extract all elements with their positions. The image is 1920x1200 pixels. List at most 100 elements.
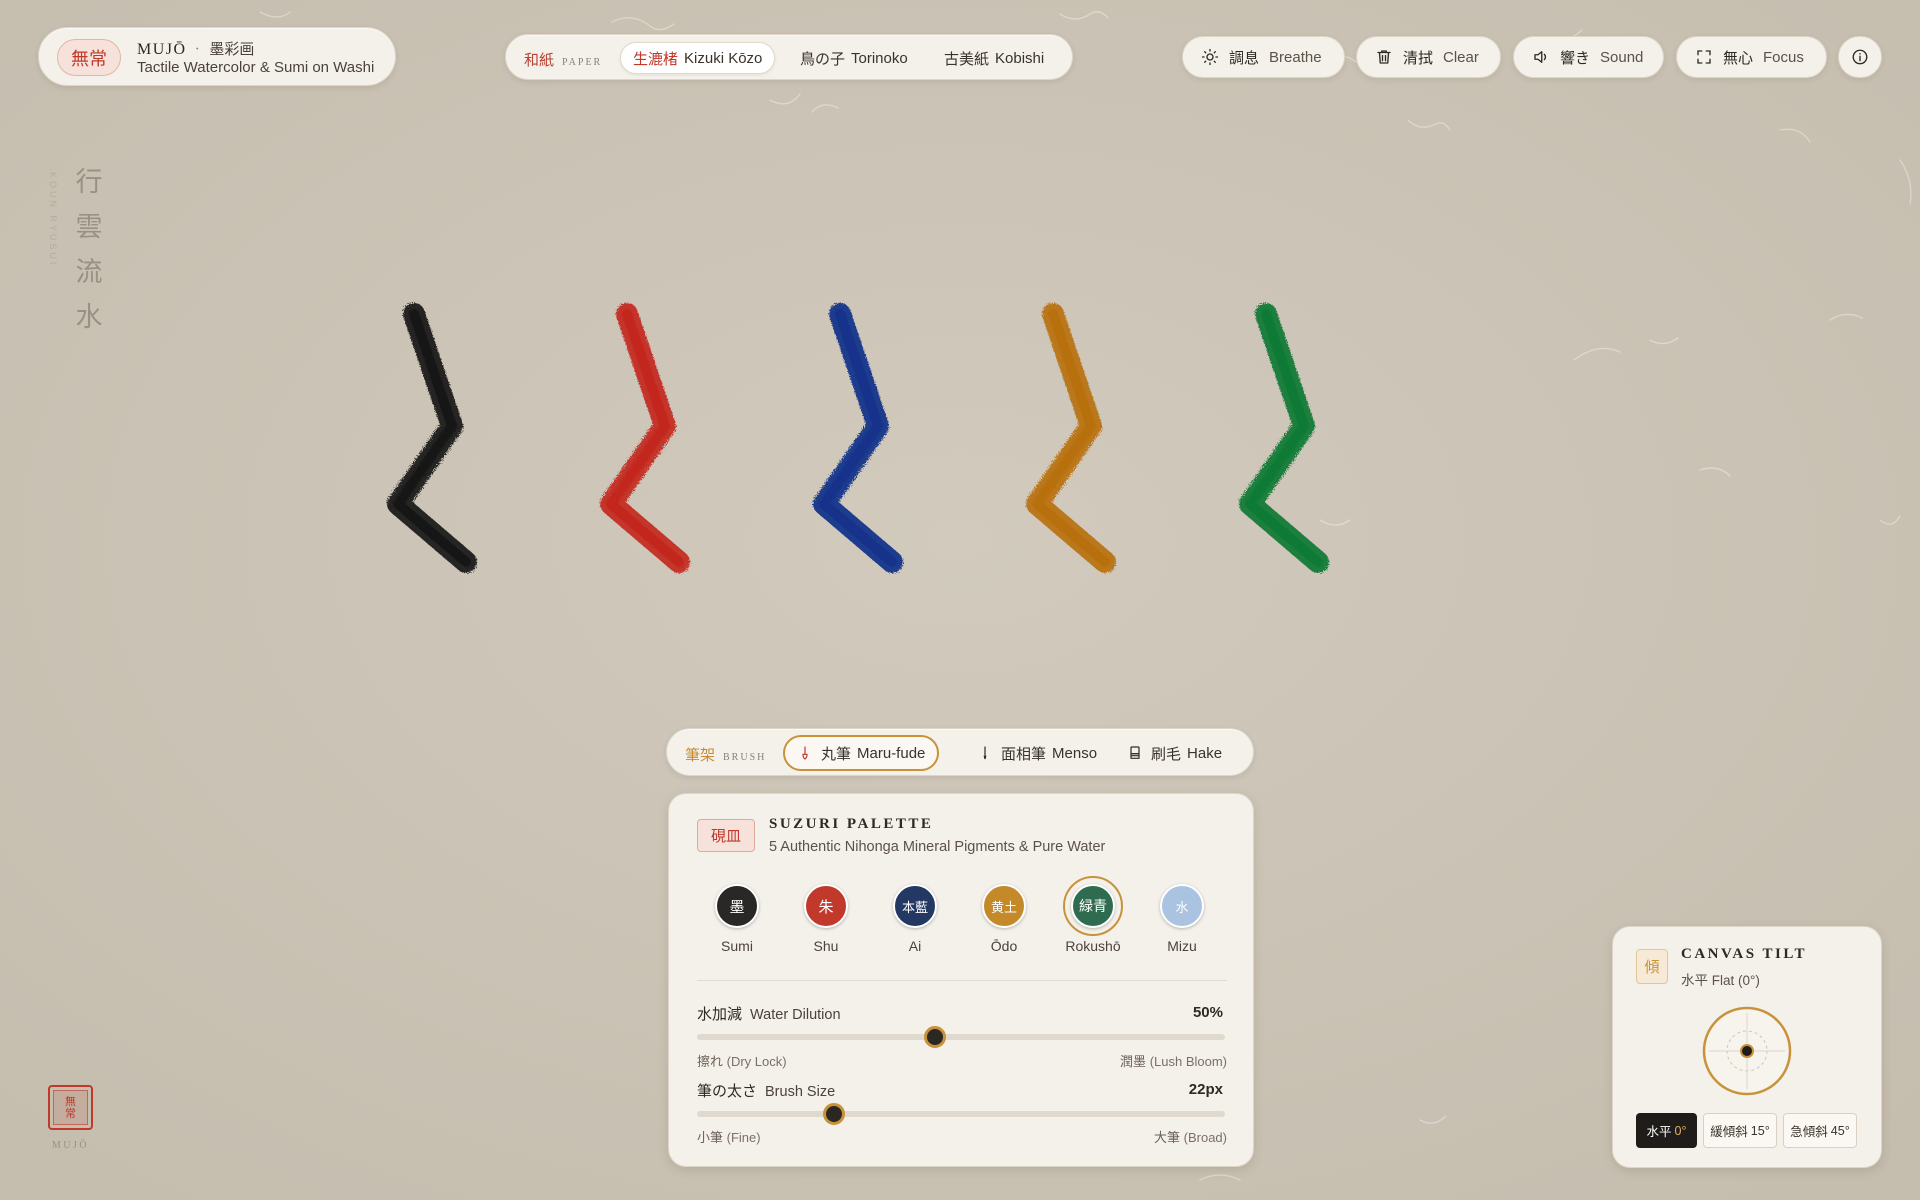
- tilt-title: CANVAS TILT: [1681, 946, 1808, 962]
- brush-size-min: 小筆 (Fine): [697, 1127, 761, 1146]
- brand-seal: 無常: [57, 39, 121, 76]
- clear-label-jp: 清拭: [1403, 50, 1434, 67]
- swatch-mizu[interactable]: 水 Mizu: [1142, 880, 1222, 954]
- palette-title: SUZURI PALETTE: [769, 816, 934, 832]
- brush-option-menso[interactable]: 面相筆 Menso: [965, 735, 1109, 771]
- paper-option-en: Torinoko: [851, 49, 908, 67]
- swatch-name: Ai: [908, 938, 922, 954]
- tilt-indicator: [1740, 1044, 1754, 1058]
- swatch-name: Mizu: [1167, 938, 1197, 954]
- sound-label: Sound: [1600, 48, 1644, 66]
- fine-brush-icon: [983, 746, 987, 760]
- swatch-chip: 本藍: [893, 884, 937, 928]
- water-dilution-slider[interactable]: [697, 1026, 1225, 1048]
- water-dilution-range: 擦れ (Dry Lock) 潤墨 (Lush Bloom): [697, 1051, 1227, 1070]
- sound-button[interactable]: 響き Sound: [1513, 36, 1664, 78]
- poem-romaji: KOUN RYUSUI: [48, 172, 60, 292]
- brush-option-maru-fude[interactable]: 丸筆 Maru-fude: [783, 735, 940, 771]
- painting-canvas[interactable]: [360, 290, 1380, 590]
- brush-size-min-jp: 小筆: [697, 1130, 724, 1145]
- focus-label: Focus: [1763, 48, 1804, 66]
- brush-selector: 筆架 BRUSH 丸筆 Maru-fude 面相筆 Menso 刷毛 Hake: [666, 728, 1254, 776]
- breathe-label: Breathe: [1269, 48, 1322, 66]
- brush-stroke-ai: [813, 303, 903, 573]
- tilt-option-flat[interactable]: 水平 0°: [1636, 1113, 1697, 1148]
- swatch-chip: 朱: [804, 884, 848, 928]
- water-dilution-value: 50%: [1192, 1004, 1223, 1021]
- clear-button[interactable]: 清拭 Clear: [1356, 36, 1501, 78]
- brush-size-label-jp: 筆の太さ: [697, 1084, 758, 1100]
- sun-icon: [1201, 48, 1219, 66]
- swatch-ai[interactable]: 本藍 Ai: [875, 880, 955, 954]
- brush-option-hake[interactable]: 刷毛 Hake: [1115, 735, 1234, 771]
- seal-caption: MUJŌ: [51, 1140, 90, 1151]
- brush-stroke-sumi: [387, 303, 477, 573]
- paper-option-jp: 鳥の子: [800, 51, 846, 68]
- water-dilution-label-en: Water Dilution: [750, 1007, 841, 1023]
- poem-char: 水: [75, 302, 103, 332]
- water-dilution-min-jp: 擦れ: [697, 1054, 724, 1069]
- brush-size-label-en: Brush Size: [765, 1084, 836, 1100]
- swatch-shu[interactable]: 朱 Shu: [786, 880, 866, 954]
- tilt-badge: 傾: [1636, 949, 1668, 984]
- focus-label-jp: 無心: [1723, 50, 1754, 67]
- paper-option-kobishi[interactable]: 古美紙 Kobishi: [932, 42, 1056, 74]
- tilt-option-jp: 急傾斜: [1790, 1125, 1828, 1139]
- swatch-odo[interactable]: 黄土 Ōdo: [964, 880, 1044, 954]
- speaker-icon: [1534, 51, 1547, 63]
- swatch-sumi[interactable]: 墨 Sumi: [697, 880, 777, 954]
- fullscreen-icon: [1697, 50, 1711, 64]
- brush-size-min-en: (Fine): [726, 1130, 761, 1145]
- brush-stroke-shu: [600, 303, 690, 573]
- palette-divider: [697, 980, 1227, 981]
- brush-size-thumb[interactable]: [823, 1103, 846, 1125]
- paper-tag: 和紙 PAPER: [524, 49, 602, 70]
- suzuri-palette-panel: 硯皿 SUZURI PALETTE 5 Authentic Nihonga Mi…: [668, 793, 1254, 1167]
- brush-size-max-jp: 大筆: [1154, 1130, 1181, 1145]
- water-dilution-min: 擦れ (Dry Lock): [697, 1051, 787, 1070]
- trash-icon: [1377, 50, 1391, 64]
- paper-option-torinoko[interactable]: 鳥の子 Torinoko: [788, 42, 920, 74]
- poem-romaji-text: KOUN RYUSUI: [48, 172, 58, 268]
- water-dilution-max-jp: 潤墨: [1120, 1054, 1147, 1069]
- paper-option-en: Kobishi: [995, 49, 1045, 67]
- app-subtitle: Tactile Watercolor & Sumi on Washi: [137, 59, 375, 76]
- brush-size-range: 小筆 (Fine) 大筆 (Broad): [697, 1127, 1227, 1146]
- flat-brush-icon: [1130, 746, 1140, 759]
- hanko-seal: 無 常: [48, 1085, 93, 1130]
- app-title-text: MUJŌ: [137, 41, 187, 58]
- brush-option-jp: 面相筆: [1001, 746, 1047, 763]
- brush-option-en: Hake: [1187, 744, 1223, 762]
- sound-label-jp: 響き: [1560, 50, 1591, 67]
- swatch-chip: 緑青: [1071, 884, 1115, 928]
- water-dilution-label-jp: 水加減: [697, 1007, 743, 1023]
- tilt-dial[interactable]: [1701, 1005, 1793, 1097]
- tilt-option-gentle[interactable]: 緩傾斜 15°: [1703, 1113, 1777, 1148]
- seal-char-bottom: 常: [65, 1107, 76, 1120]
- poem-char: 行: [75, 167, 103, 197]
- tilt-option-steep[interactable]: 急傾斜 45°: [1783, 1113, 1857, 1148]
- info-icon: [1852, 49, 1868, 65]
- breathe-button[interactable]: 調息 Breathe: [1182, 36, 1345, 78]
- paper-option-kizuki-kozo[interactable]: 生漉楮 Kizuki Kōzo: [620, 42, 776, 74]
- swatch-name: Rokushō: [1065, 938, 1121, 954]
- palette-subtitle: 5 Authentic Nihonga Mineral Pigments & P…: [769, 839, 1106, 855]
- swatch-name: Ōdo: [990, 938, 1018, 954]
- swatch-chip: 水: [1160, 884, 1204, 928]
- focus-button[interactable]: 無心 Focus: [1676, 36, 1827, 78]
- brush-stroke-odo: [1026, 303, 1116, 573]
- swatch-rokusho[interactable]: 緑青 Rokushō: [1053, 876, 1133, 954]
- tilt-option-jp: 水平: [1646, 1125, 1672, 1139]
- paper-option-jp: 古美紙: [944, 51, 990, 68]
- water-dilution-thumb[interactable]: [923, 1026, 946, 1048]
- brush-option-jp: 丸筆: [821, 746, 852, 763]
- palette-badge: 硯皿: [697, 819, 755, 852]
- brush-size-max: 大筆 (Broad): [1154, 1127, 1227, 1146]
- canvas-tilt-panel: 傾 CANVAS TILT 水平 Flat (0°) 水平 0° 緩傾斜 15° 急…: [1612, 926, 1882, 1168]
- paper-tag-en: PAPER: [562, 57, 603, 68]
- brush-size-slider[interactable]: [697, 1103, 1225, 1125]
- tilt-option-deg: 0°: [1674, 1123, 1687, 1138]
- clear-label: Clear: [1443, 48, 1479, 66]
- hanko-seal-inner: 無 常: [53, 1090, 88, 1125]
- info-button[interactable]: [1838, 36, 1882, 78]
